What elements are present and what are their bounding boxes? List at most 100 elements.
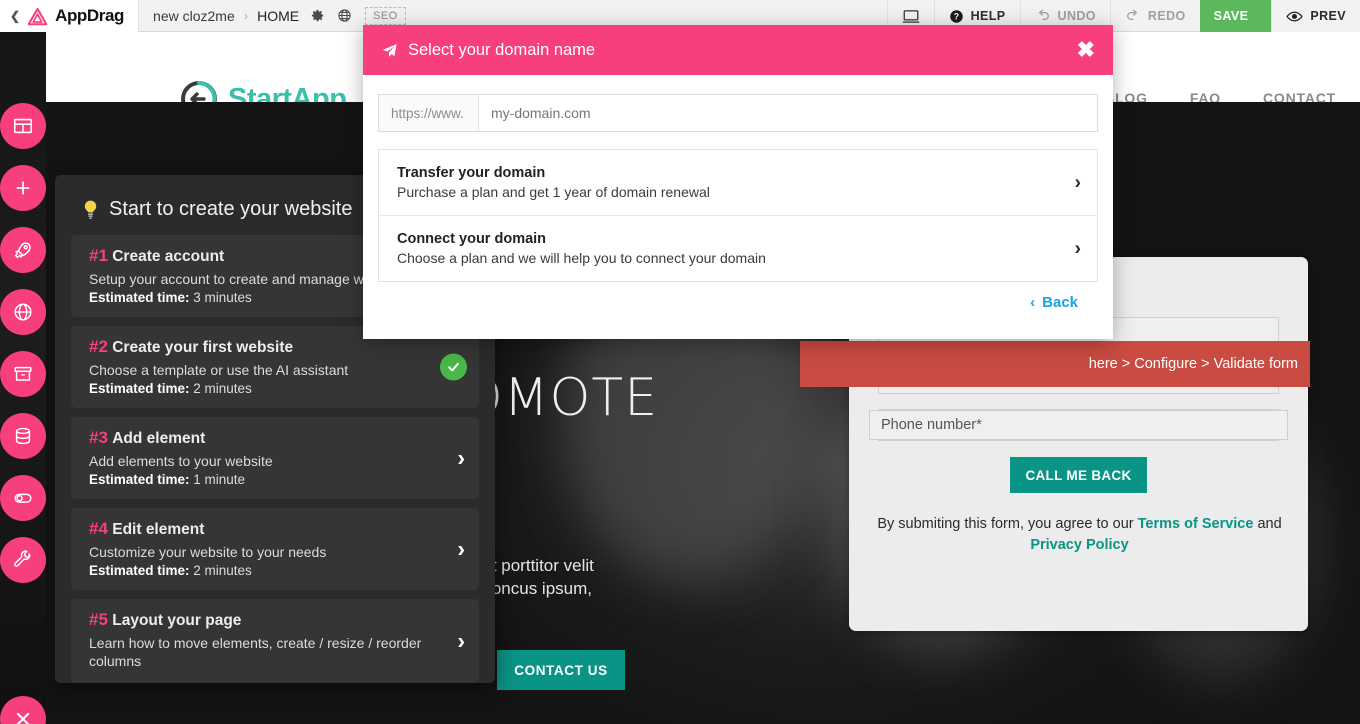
option-description: Purchase a plan and get 1 year of domain… <box>397 184 710 200</box>
paper-plane-icon <box>382 43 397 57</box>
step-time-value: 3 minutes <box>189 289 252 305</box>
breadcrumb-separator: › <box>243 8 249 23</box>
wizard-step-5[interactable]: #5 Layout your page Learn how to move el… <box>71 598 479 684</box>
sidebar-item-storage[interactable] <box>0 351 46 397</box>
redo-button[interactable]: REDO <box>1109 0 1200 32</box>
phone-field[interactable]: Phone number* <box>869 410 1288 440</box>
close-sidebar-button[interactable] <box>0 696 46 724</box>
toggle-switch-icon <box>14 493 32 503</box>
step-time: Estimated time: 2 minutes <box>89 381 439 396</box>
legal-mid: and <box>1253 516 1282 532</box>
help-label: HELP <box>970 9 1006 23</box>
step-heading: #5 Layout your page <box>89 610 439 630</box>
modal-body: https://www. Transfer your domain Purcha… <box>363 75 1113 311</box>
seo-button[interactable]: SEO <box>365 6 406 25</box>
step-heading: #4 Edit element <box>89 519 439 539</box>
svg-text:?: ? <box>953 11 959 21</box>
lightbulb-icon <box>84 200 97 219</box>
option-title: Transfer your domain <box>397 165 546 181</box>
globe-icon <box>14 303 32 321</box>
wizard-step-4[interactable]: #4 Edit element Customize your website t… <box>71 507 479 590</box>
sidebar-item-add[interactable] <box>0 165 46 211</box>
option-connect-domain[interactable]: Connect your domain Choose a plan and we… <box>379 216 1097 281</box>
helper-banner: here > Configure > Validate form <box>800 341 1310 387</box>
breadcrumb-page-name[interactable]: HOME <box>257 8 299 24</box>
wizard-step-3[interactable]: #3 Add element Add elements to your webs… <box>71 416 479 499</box>
undo-label: UNDO <box>1057 9 1096 23</box>
step-time: Estimated time: 2 minutes <box>89 563 439 578</box>
rocket-icon <box>14 242 31 259</box>
step-time-value: 2 minutes <box>189 380 252 396</box>
desktop-icon <box>902 9 919 23</box>
modal-footer: ‹ Back <box>378 282 1098 311</box>
option-transfer-domain[interactable]: Transfer your domain Purchase a plan and… <box>379 150 1097 216</box>
step-number: #1 <box>89 246 108 265</box>
preview-label: PREV <box>1310 9 1346 23</box>
sidebar-item-publish[interactable] <box>0 227 46 273</box>
app-root: StartApp BLOG FAQ CONTACT TO PROMOTE NY … <box>0 0 1360 724</box>
domain-modal: Select your domain name ✖ https://www. T… <box>363 25 1113 339</box>
legal-prefix: By submiting this form, you agree to our <box>877 516 1138 532</box>
appdrag-logo-icon <box>27 7 48 25</box>
sidebar-item-pages[interactable] <box>0 103 46 149</box>
step-number: #3 <box>89 427 108 447</box>
chevron-right-icon: › <box>1074 238 1081 259</box>
breadcrumb-site-name[interactable]: new cloz2me <box>153 8 235 24</box>
step-description: Add elements to your website <box>89 452 273 469</box>
helper-banner-text: here > Configure > Validate form <box>1088 356 1298 372</box>
close-x-icon <box>16 712 30 724</box>
step-name: Edit element <box>112 520 205 538</box>
sidebar-item-tools[interactable] <box>0 537 46 583</box>
modal-title: Select your domain name <box>408 40 596 59</box>
step-heading: #3 Add element <box>89 428 439 448</box>
eye-icon <box>1286 11 1304 21</box>
undo-icon <box>1038 9 1049 20</box>
terms-of-service-link[interactable]: Terms of Service <box>1138 516 1254 532</box>
preview-button[interactable]: PREV <box>1271 0 1360 32</box>
call-me-back-button[interactable]: CALL ME BACK <box>1010 457 1147 493</box>
globe-icon <box>337 9 351 22</box>
archive-box-icon <box>14 366 32 381</box>
back-button[interactable]: ‹ Back <box>1030 294 1078 311</box>
step-name: Create account <box>112 248 225 265</box>
step-number: #2 <box>89 336 108 356</box>
option-title: Connect your domain <box>397 231 547 247</box>
help-circle-icon: ? <box>949 9 963 23</box>
step-description: Choose a template or use the AI assistan… <box>89 361 349 378</box>
save-label: SAVE <box>1213 9 1249 23</box>
sidebar-item-domain[interactable] <box>0 289 46 335</box>
domain-input-row: https://www. <box>378 94 1098 132</box>
database-icon <box>15 427 31 445</box>
step-heading: #2 Create your first website <box>89 337 439 357</box>
step-time: Estimated time: 1 minute <box>89 472 439 487</box>
save-button[interactable]: SAVE <box>1199 0 1263 32</box>
step-number: #4 <box>89 518 108 538</box>
page-language-button[interactable] <box>335 7 353 25</box>
option-description: Choose a plan and we will help you to co… <box>397 250 766 266</box>
step-description: Customize your website to your needs <box>89 543 327 560</box>
left-sidebar <box>0 32 46 724</box>
domain-input[interactable] <box>479 95 1097 131</box>
step-number: #5 <box>89 609 108 629</box>
back-label: Back <box>1042 294 1078 311</box>
modal-header: Select your domain name ✖ <box>363 25 1113 75</box>
hero-contact-button[interactable]: CONTACT US <box>497 650 625 690</box>
sidebar-item-database[interactable] <box>0 413 46 459</box>
chevron-right-icon: › <box>457 535 465 562</box>
wizard-title: Start to create your website <box>109 198 353 220</box>
page-settings-button[interactable] <box>308 7 326 25</box>
chevron-right-icon: › <box>457 444 465 471</box>
step-name: Layout your page <box>112 611 242 629</box>
step-time-value: 2 minutes <box>189 562 252 578</box>
privacy-policy-link[interactable]: Privacy Policy <box>1030 537 1128 553</box>
modal-close-button[interactable]: ✖ <box>1077 39 1095 61</box>
collapse-toolbar-icon[interactable]: ❮ <box>10 9 20 23</box>
domain-prefix-label: https://www. <box>379 95 479 131</box>
check-icon <box>448 362 459 372</box>
sidebar-item-toggle[interactable] <box>0 475 46 521</box>
gear-icon <box>311 9 323 22</box>
redo-label: REDO <box>1147 9 1186 23</box>
chevron-right-icon: › <box>1074 172 1081 193</box>
step-time-value: 1 minute <box>189 471 246 487</box>
form-legal-text: By submiting this form, you agree to our… <box>866 514 1293 556</box>
